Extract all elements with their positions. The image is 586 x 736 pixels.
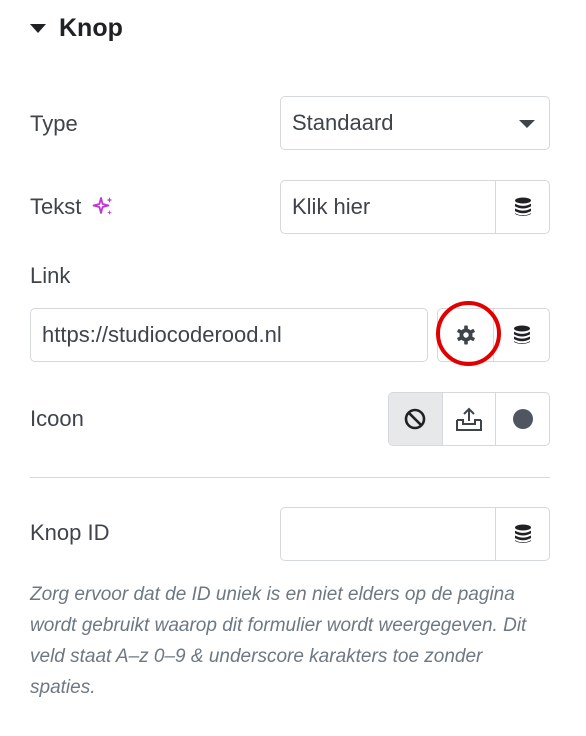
gear-icon (456, 325, 475, 345)
text-label: Tekst (30, 194, 82, 219)
divider (30, 477, 550, 478)
button-id-input[interactable] (281, 508, 495, 560)
icon-option-circle[interactable] (495, 393, 549, 445)
icon-label: Icoon (30, 406, 84, 431)
icon-choice-group (388, 392, 550, 446)
sparkle-icon[interactable] (91, 195, 115, 219)
upload-icon (456, 407, 482, 431)
link-actions (437, 308, 550, 362)
link-dynamic-tags-button[interactable] (493, 309, 549, 361)
button-id-label: Knop ID (30, 520, 110, 545)
section-title: Knop (59, 13, 123, 42)
text-label-row: Tekst (30, 193, 115, 221)
link-options-button[interactable] (438, 309, 493, 361)
icon-option-none[interactable] (389, 393, 442, 445)
section-header-knop[interactable]: Knop (30, 10, 123, 46)
icon-option-upload[interactable] (441, 393, 496, 445)
text-input[interactable]: Klik hier (281, 181, 495, 233)
link-label: Link (30, 263, 71, 288)
button-id-description: Zorg ervoor dat de ID uniek is en niet e… (30, 584, 527, 698)
button-id-field (280, 507, 550, 561)
circle-icon (512, 409, 533, 429)
type-select[interactable]: Standaard (280, 96, 550, 150)
text-dynamic-tags-button[interactable] (495, 181, 549, 233)
ban-icon (405, 408, 426, 430)
text-field: Klik hier (280, 180, 550, 234)
link-url-input[interactable]: https://studiocoderood.nl (30, 308, 428, 362)
database-icon (514, 197, 531, 216)
caret-down-icon (30, 23, 46, 33)
chevron-down-icon (519, 120, 535, 128)
type-select-value: Standaard (292, 110, 394, 135)
button-id-dynamic-tags-button[interactable] (495, 508, 549, 560)
database-icon (513, 325, 530, 344)
type-label: Type (30, 111, 78, 136)
database-icon (514, 524, 531, 543)
